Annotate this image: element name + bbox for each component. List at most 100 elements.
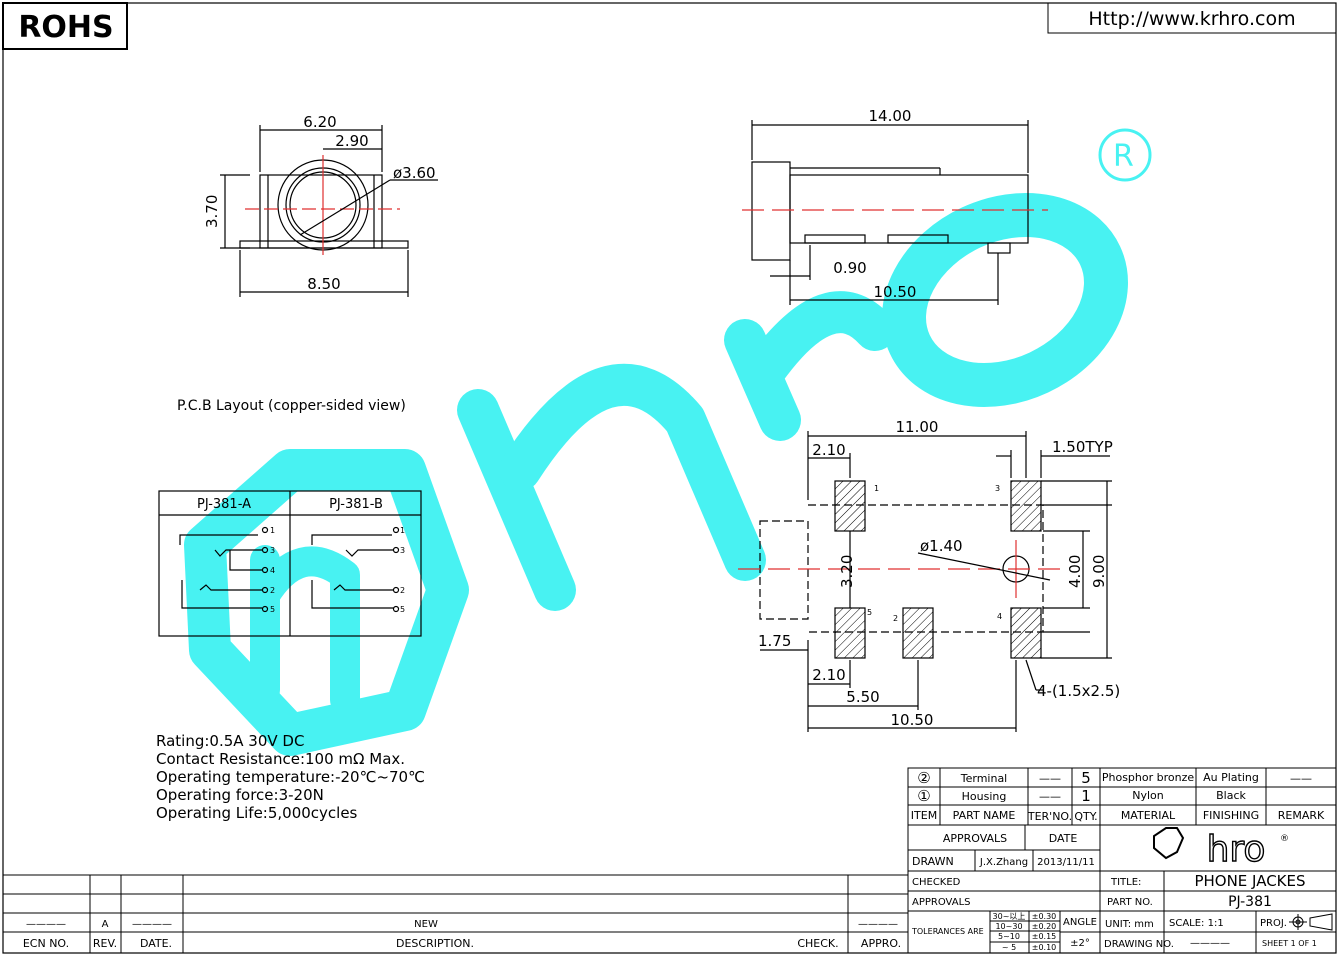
tb-part-no: PJ-381 <box>1228 894 1272 910</box>
pad-label-2: 2 <box>893 614 898 623</box>
a-pin-3: 3 <box>270 546 275 555</box>
spec-force: Operating force:3-20N <box>156 786 324 804</box>
pad-label-3: 3 <box>995 484 1000 493</box>
hro-logo-text: hro <box>1207 829 1266 870</box>
dim-front-base: 8.50 <box>307 275 340 293</box>
bom-header-item: ITEM <box>911 809 937 822</box>
bom-part-housing: Housing <box>962 790 1007 803</box>
tol-value-4: ±0.10 <box>1032 943 1057 952</box>
rev-header-check: CHECK. <box>797 937 838 950</box>
tb-approvals: APPROVALS <box>943 832 1007 845</box>
dim-pcb-pad: 1.50TYP <box>1052 438 1113 456</box>
dim-front-diameter: ø3.60 <box>393 164 436 182</box>
drawing-sheet: R ROHS Http://www.krhro.com 6.20 2.90 ø3… <box>2 2 1337 954</box>
bom-finishing-2: Black <box>1216 789 1246 802</box>
tb-scale: SCALE: 1:1 <box>1169 918 1224 929</box>
spec-temperature: Operating temperature:-20℃~70℃ <box>156 768 425 786</box>
tol-value-3: ±0.15 <box>1032 932 1057 941</box>
tol-value-1: ±0.30 <box>1032 912 1057 921</box>
dim-pcb-left2: 2.10 <box>812 666 845 684</box>
dim-pcb-left: 2.10 <box>812 441 845 459</box>
tol-value-2: ±0.20 <box>1032 922 1057 931</box>
a-pin-4: 4 <box>270 566 275 575</box>
rev-header-description: DESCRIPTION. <box>396 937 474 950</box>
b-pin-2: 2 <box>400 586 405 595</box>
tb-unit: UNIT: mm <box>1105 919 1154 930</box>
tol-range-1: 30~以上 <box>993 912 1026 921</box>
bom-item-1: ① <box>917 787 930 805</box>
b-pin-3: 3 <box>400 546 405 555</box>
dim-pcb-pads: 4-(1.5x2.5) <box>1037 682 1120 700</box>
tb-title: PHONE JACKES <box>1194 872 1305 890</box>
rohs-badge: ROHS <box>2 2 128 50</box>
tb-drawn-date: 2013/11/11 <box>1037 857 1095 868</box>
dim-pcb-height: 9.00 <box>1090 555 1108 588</box>
dim-pcb-width: 11.00 <box>896 418 939 436</box>
bom-item-2: ② <box>917 769 930 787</box>
bom-header-material: MATERIAL <box>1121 809 1176 822</box>
dim-pcb-pin2: 5.50 <box>846 688 879 706</box>
a-pin-1: 1 <box>270 526 275 535</box>
bom-qty-2: 1 <box>1081 787 1091 805</box>
tb-angle-label: ANGLE <box>1063 917 1097 928</box>
rev-appro-value: ———— <box>858 919 898 930</box>
pcb-layout-title: P.C.B Layout (copper-sided view) <box>177 398 406 414</box>
dim-pcb-hole: ø1.40 <box>920 537 963 555</box>
tb-angle: ±2° <box>1070 938 1090 949</box>
bom-header-remark: REMARK <box>1278 809 1325 822</box>
dim-pcb-mid: 4.00 <box>1066 555 1084 588</box>
spec-resistance: Contact Resistance:100 mΩ Max. <box>156 750 405 768</box>
rev-letter: A <box>102 919 109 930</box>
front-view <box>220 125 438 297</box>
hro-logo: hro ® <box>1153 827 1289 871</box>
pad-label-4: 4 <box>997 612 1002 621</box>
rev-date-value: ———— <box>132 919 172 930</box>
dim-front-half: 2.90 <box>335 132 368 150</box>
bom-ter-2: —— <box>1039 790 1061 803</box>
tb-drawn: DRAWN <box>912 855 954 868</box>
rev-ecn-value: ———— <box>26 919 66 930</box>
bom-ter-1: —— <box>1039 772 1061 785</box>
bom-part-terminal: Terminal <box>960 772 1008 785</box>
bom-header-part: PART NAME <box>953 809 1016 822</box>
bom-material-2: Nylon <box>1132 789 1164 802</box>
dim-pcb-inner: 3.20 <box>838 555 856 588</box>
tb-checked: CHECKED <box>912 877 961 888</box>
tol-range-4: ~ 5 <box>1002 943 1016 952</box>
rev-header-date: DATE. <box>140 937 172 950</box>
bom-qty-1: 5 <box>1081 769 1091 787</box>
bom-header-qty: QTY. <box>1074 810 1097 823</box>
svg-text:®: ® <box>1280 834 1289 844</box>
b-pin-5: 5 <box>400 605 405 614</box>
tb-proj: PROJ. <box>1260 918 1287 929</box>
a-pin-2: 2 <box>270 586 275 595</box>
dim-side-length: 14.00 <box>869 107 912 125</box>
tb-title-label: TITLE: <box>1110 877 1141 888</box>
schematic-col-b: PJ-381-B <box>329 497 383 512</box>
bom-finishing-1: Au Plating <box>1203 771 1259 784</box>
dim-side-pin: 0.90 <box>833 259 866 277</box>
rev-header-appro: APPRO. <box>861 937 901 950</box>
hro-watermark: R <box>184 128 1152 756</box>
b-pin-1: 1 <box>400 526 405 535</box>
pad-label-5: 5 <box>867 608 872 617</box>
tb-tolerances: TOLERANCES ARE <box>911 927 984 936</box>
rev-description-value: NEW <box>414 919 438 930</box>
spec-rating: Rating:0.5A 30V DC <box>156 732 304 750</box>
schematic-col-a: PJ-381-A <box>197 497 251 512</box>
bom-material-1: Phosphor bronze <box>1102 771 1195 784</box>
tb-part-label: PART NO. <box>1107 897 1153 908</box>
tb-drawn-by: J.X.Zhang <box>979 857 1028 868</box>
website-url: Http://www.krhro.com <box>1088 8 1295 30</box>
bom-header-finishing: FINISHING <box>1203 809 1259 822</box>
rev-header-rev: REV. <box>93 937 117 950</box>
dim-pcb-offset: 1.75 <box>758 632 791 650</box>
bom-header-ter: TER'NO. <box>1027 810 1072 823</box>
dim-side-span: 10.50 <box>874 283 917 301</box>
spec-life: Operating Life:5,000cycles <box>156 804 358 822</box>
dim-pcb-bottom: 10.50 <box>891 711 934 729</box>
rev-header-ecn: ECN NO. <box>23 937 69 950</box>
a-pin-5: 5 <box>270 605 275 614</box>
tol-range-2: 10~30 <box>995 922 1022 931</box>
tb-drawing-no: ———— <box>1190 938 1230 949</box>
